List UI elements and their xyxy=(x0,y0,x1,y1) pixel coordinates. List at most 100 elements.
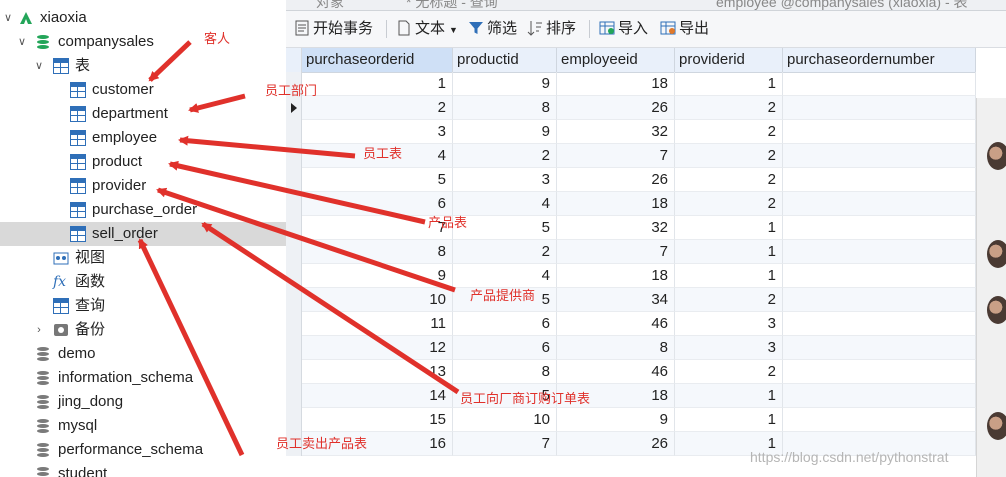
table-cell[interactable]: 2 xyxy=(675,144,783,168)
table-cell[interactable]: 12 xyxy=(302,336,453,360)
table-cell[interactable]: 1 xyxy=(675,408,783,432)
text-button[interactable]: 文本 ▼ xyxy=(396,18,458,40)
table-cell[interactable]: 46 xyxy=(557,312,675,336)
table-cell[interactable]: 34 xyxy=(557,288,675,312)
table-cell[interactable]: 10 xyxy=(453,408,557,432)
row-indicator[interactable] xyxy=(286,264,302,288)
chevron-down-icon[interactable]: ∨ xyxy=(2,6,14,30)
table-row[interactable]: 15 10 9 1 xyxy=(286,408,976,432)
table-row[interactable]: 10 5 34 2 xyxy=(286,288,976,312)
table-row[interactable]: 8271 xyxy=(286,240,976,264)
column-header[interactable]: purchaseorderid xyxy=(302,48,453,72)
chevron-down-icon[interactable]: ∨ xyxy=(16,30,28,54)
table-cell[interactable] xyxy=(783,72,976,96)
table-cell[interactable] xyxy=(783,96,976,120)
table-cell[interactable]: 9 xyxy=(453,72,557,96)
table-cell[interactable]: 26 xyxy=(557,168,675,192)
table-row[interactable]: 7 5 32 1 xyxy=(286,216,976,240)
table-cell[interactable]: 2 xyxy=(675,120,783,144)
row-indicator[interactable] xyxy=(286,408,302,432)
table-row[interactable]: 3 9 32 2 xyxy=(286,120,976,144)
import-button[interactable]: 导入 xyxy=(599,18,648,40)
table-cell[interactable]: 7 xyxy=(453,432,557,456)
tree-queries[interactable]: 查询 xyxy=(0,294,286,318)
tree-functions[interactable]: fx 函数 xyxy=(0,270,286,294)
table-item-sell-order[interactable]: sell_order xyxy=(0,222,286,246)
sort-button[interactable]: 排序 xyxy=(527,18,576,40)
table-cell[interactable]: 6 xyxy=(453,336,557,360)
filter-button[interactable]: 筛选 xyxy=(468,18,517,40)
table-item-department[interactable]: department xyxy=(0,102,286,126)
table-cell[interactable]: 2 xyxy=(675,288,783,312)
row-indicator[interactable] xyxy=(286,216,302,240)
table-cell[interactable]: 3 xyxy=(675,336,783,360)
table-cell[interactable]: 1 xyxy=(675,216,783,240)
table-row[interactable]: 2 8 26 2 xyxy=(286,96,976,120)
row-indicator[interactable] xyxy=(286,288,302,312)
table-cell[interactable]: 1 xyxy=(675,264,783,288)
table-cell[interactable] xyxy=(783,192,976,216)
table-cell[interactable]: 2 xyxy=(675,360,783,384)
table-cell[interactable] xyxy=(783,264,976,288)
table-cell[interactable]: 3 xyxy=(453,168,557,192)
table-cell[interactable]: 8 xyxy=(302,240,453,264)
column-header[interactable]: providerid xyxy=(675,48,783,72)
table-item-employee[interactable]: employee xyxy=(0,126,286,150)
table-cell[interactable]: 18 xyxy=(557,192,675,216)
table-cell[interactable]: 14 xyxy=(302,384,453,408)
table-row[interactable]: 14 5 18 1 xyxy=(286,384,976,408)
row-indicator[interactable] xyxy=(286,312,302,336)
tree-database-performance-schema[interactable]: performance_schema xyxy=(0,438,286,462)
begin-transaction-button[interactable]: 开始事务 xyxy=(294,18,373,40)
table-cell[interactable]: 3 xyxy=(675,312,783,336)
tree-database-jing-dong[interactable]: jing_dong xyxy=(0,390,286,414)
table-item-customer[interactable]: customer xyxy=(0,78,286,102)
table-row[interactable]: 6 4 18 2 xyxy=(286,192,976,216)
table-cell[interactable]: 10 xyxy=(302,288,453,312)
row-indicator[interactable] xyxy=(286,192,302,216)
table-cell[interactable]: 15 xyxy=(302,408,453,432)
table-cell[interactable] xyxy=(783,312,976,336)
chevron-right-icon[interactable]: › xyxy=(33,318,45,342)
table-cell[interactable]: 18 xyxy=(557,264,675,288)
table-cell[interactable]: 9 xyxy=(302,264,453,288)
table-cell[interactable]: 1 xyxy=(675,72,783,96)
table-cell[interactable]: 2 xyxy=(302,96,453,120)
table-cell[interactable] xyxy=(783,408,976,432)
table-cell[interactable] xyxy=(783,120,976,144)
row-indicator[interactable] xyxy=(286,384,302,408)
tree-database-companysales[interactable]: ∨ companysales xyxy=(0,30,286,54)
tab-objects[interactable]: 对象 xyxy=(316,0,344,10)
table-cell[interactable]: 11 xyxy=(302,312,453,336)
tree-database-demo[interactable]: demo xyxy=(0,342,286,366)
tab-employee-table[interactable]: employee @companysales (xiaoxia) - 表 xyxy=(716,0,968,10)
table-cell[interactable]: 6 xyxy=(453,312,557,336)
table-cell[interactable]: 2 xyxy=(453,240,557,264)
row-indicator[interactable] xyxy=(286,336,302,360)
row-indicator[interactable] xyxy=(286,144,302,168)
tree-tables-group[interactable]: ∨ 表 xyxy=(0,54,286,78)
table-cell[interactable]: 2 xyxy=(675,192,783,216)
table-cell[interactable] xyxy=(783,168,976,192)
table-cell[interactable]: 8 xyxy=(453,96,557,120)
table-cell[interactable] xyxy=(783,384,976,408)
table-row[interactable]: 5 3 26 2 xyxy=(286,168,976,192)
table-cell[interactable]: 46 xyxy=(557,360,675,384)
table-cell[interactable]: 5 xyxy=(453,216,557,240)
table-cell[interactable]: 32 xyxy=(557,216,675,240)
tree-backups[interactable]: › 备份 xyxy=(0,318,286,342)
table-row[interactable]: 1 9 18 1 xyxy=(286,72,976,96)
row-indicator[interactable] xyxy=(286,240,302,264)
table-row[interactable]: 12 6 8 3 xyxy=(286,336,976,360)
table-cell[interactable]: 1 xyxy=(675,240,783,264)
table-cell[interactable] xyxy=(783,360,976,384)
table-cell[interactable]: 32 xyxy=(557,120,675,144)
table-item-product[interactable]: product xyxy=(0,150,286,174)
table-cell[interactable]: 26 xyxy=(557,96,675,120)
chevron-down-icon[interactable]: ∨ xyxy=(33,54,45,78)
table-cell[interactable]: 18 xyxy=(557,72,675,96)
column-header[interactable]: purchaseordernumber xyxy=(783,48,976,72)
tab-untitled-query[interactable]: * 无标题 - 查询 xyxy=(406,0,498,10)
table-cell[interactable]: 13 xyxy=(302,360,453,384)
table-cell[interactable] xyxy=(783,336,976,360)
